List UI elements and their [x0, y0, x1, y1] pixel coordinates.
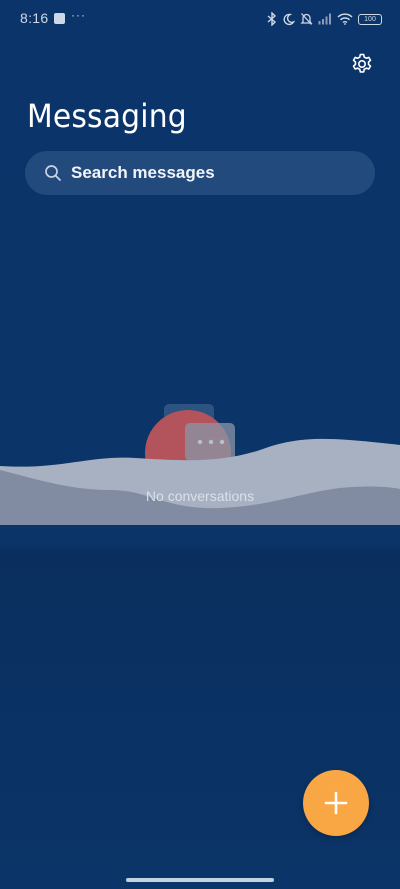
settings-button[interactable]: [348, 50, 376, 78]
status-time: 8:16: [20, 10, 49, 26]
battery-icon: 100: [358, 13, 382, 25]
empty-state-text: No conversations: [145, 488, 255, 504]
notification-icon: [54, 13, 65, 24]
gear-icon: [352, 53, 372, 73]
plus-icon: [324, 791, 348, 815]
search-icon: [45, 165, 61, 181]
status-icons: 100: [267, 10, 382, 28]
wifi-icon: [337, 13, 353, 25]
bluetooth-icon: [267, 12, 277, 26]
status-bar: 8:16 ··· 100: [0, 0, 400, 38]
silent-bell-icon: [300, 13, 313, 25]
do-not-disturb-moon-icon: [283, 13, 295, 25]
new-conversation-button[interactable]: [303, 770, 369, 836]
home-indicator[interactable]: [126, 878, 274, 882]
messaging-screen: 8:16 ··· 100 Messaging Search messages N…: [0, 0, 400, 889]
cellular-signal-icon: [318, 13, 331, 25]
search-input[interactable]: [71, 163, 351, 183]
more-notifications-indicator: ···: [71, 8, 86, 22]
empty-state-illustration: [0, 404, 400, 525]
page-title: Messaging: [27, 97, 187, 135]
search-bar[interactable]: [25, 151, 375, 195]
